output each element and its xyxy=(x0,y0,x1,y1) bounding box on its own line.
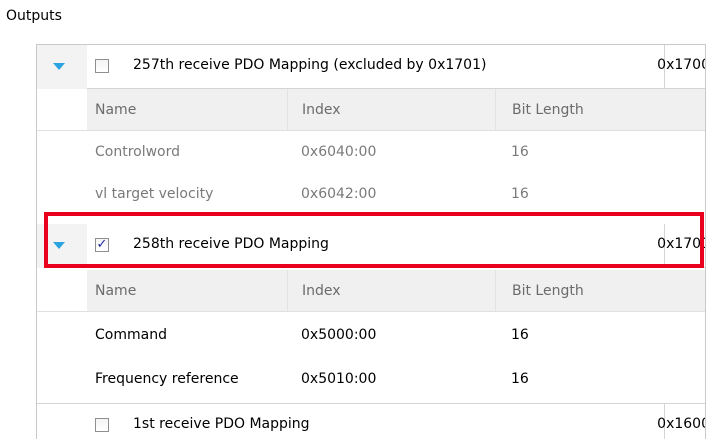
entry-bit-length: 16 xyxy=(511,144,529,160)
expand-triangle-icon[interactable] xyxy=(53,242,65,249)
entry-name: vl target velocity xyxy=(95,186,214,202)
pdo-label: 257th receive PDO Mapping (excluded by 0… xyxy=(133,57,487,73)
pdo-mapping-grid: 257th receive PDO Mapping (excluded by 0… xyxy=(36,44,706,439)
expander-cell[interactable] xyxy=(37,45,87,89)
indent xyxy=(37,270,87,311)
entry-name: Command xyxy=(95,327,167,343)
column-header-bit-length[interactable]: Bit Length xyxy=(495,270,665,311)
entry-name: Controlword xyxy=(95,144,181,160)
pdo-checkbox[interactable] xyxy=(95,59,109,73)
pdo-label: 1st receive PDO Mapping xyxy=(133,416,310,432)
entries-header-row: Name Index Bit Length xyxy=(37,89,705,131)
entry-bit-length: 16 xyxy=(511,327,529,343)
entries-header-row: Name Index Bit Length xyxy=(37,270,705,312)
expand-triangle-icon[interactable] xyxy=(53,63,65,70)
pdo-checkbox[interactable]: ✓ xyxy=(95,238,109,252)
entry-row[interactable]: Command 0x5000:00 16 xyxy=(37,314,705,356)
entry-row[interactable]: Controlword 0x6040:00 16 xyxy=(37,131,705,173)
entry-bit-length: 16 xyxy=(511,186,529,202)
pdo-index: 0x1700 xyxy=(657,57,706,73)
column-header-bit-length[interactable]: Bit Length xyxy=(495,89,665,130)
expander-cell[interactable] xyxy=(37,224,87,268)
pdo-checkbox[interactable] xyxy=(95,418,109,432)
column-header-index[interactable]: Index xyxy=(287,89,495,130)
pdo-index-cell: 0x1701 xyxy=(657,224,705,268)
outputs-section-title: Outputs xyxy=(6,8,62,24)
entry-name: Frequency reference xyxy=(95,371,239,387)
expander-cell[interactable] xyxy=(37,404,87,439)
column-header-index[interactable]: Index xyxy=(287,270,495,311)
pdo-index: 0x1701 xyxy=(657,236,706,252)
entry-index: 0x6040:00 xyxy=(301,144,377,160)
pdo-row-0x1700[interactable]: 257th receive PDO Mapping (excluded by 0… xyxy=(37,45,705,89)
entry-index: 0x5010:00 xyxy=(301,371,377,387)
entry-bit-length: 16 xyxy=(511,371,529,387)
entry-row[interactable]: vl target velocity 0x6042:00 16 xyxy=(37,173,705,215)
pdo-index: 0x1600 xyxy=(657,416,706,432)
column-header-name[interactable]: Name xyxy=(87,89,287,130)
pdo-label: 258th receive PDO Mapping xyxy=(133,236,329,252)
pdo-row-0x1701[interactable]: ✓ 258th receive PDO Mapping 0x1701 xyxy=(37,224,705,268)
indent xyxy=(37,89,87,130)
pdo-index-cell: 0x1700 xyxy=(657,45,705,89)
entry-index: 0x6042:00 xyxy=(301,186,377,202)
pdo-row-0x1600[interactable]: 1st receive PDO Mapping 0x1600 xyxy=(37,403,705,439)
entry-row[interactable]: Frequency reference 0x5010:00 16 xyxy=(37,358,705,400)
column-header-name[interactable]: Name xyxy=(87,270,287,311)
pdo-index-cell: 0x1600 xyxy=(657,404,705,439)
entry-index: 0x5000:00 xyxy=(301,327,377,343)
